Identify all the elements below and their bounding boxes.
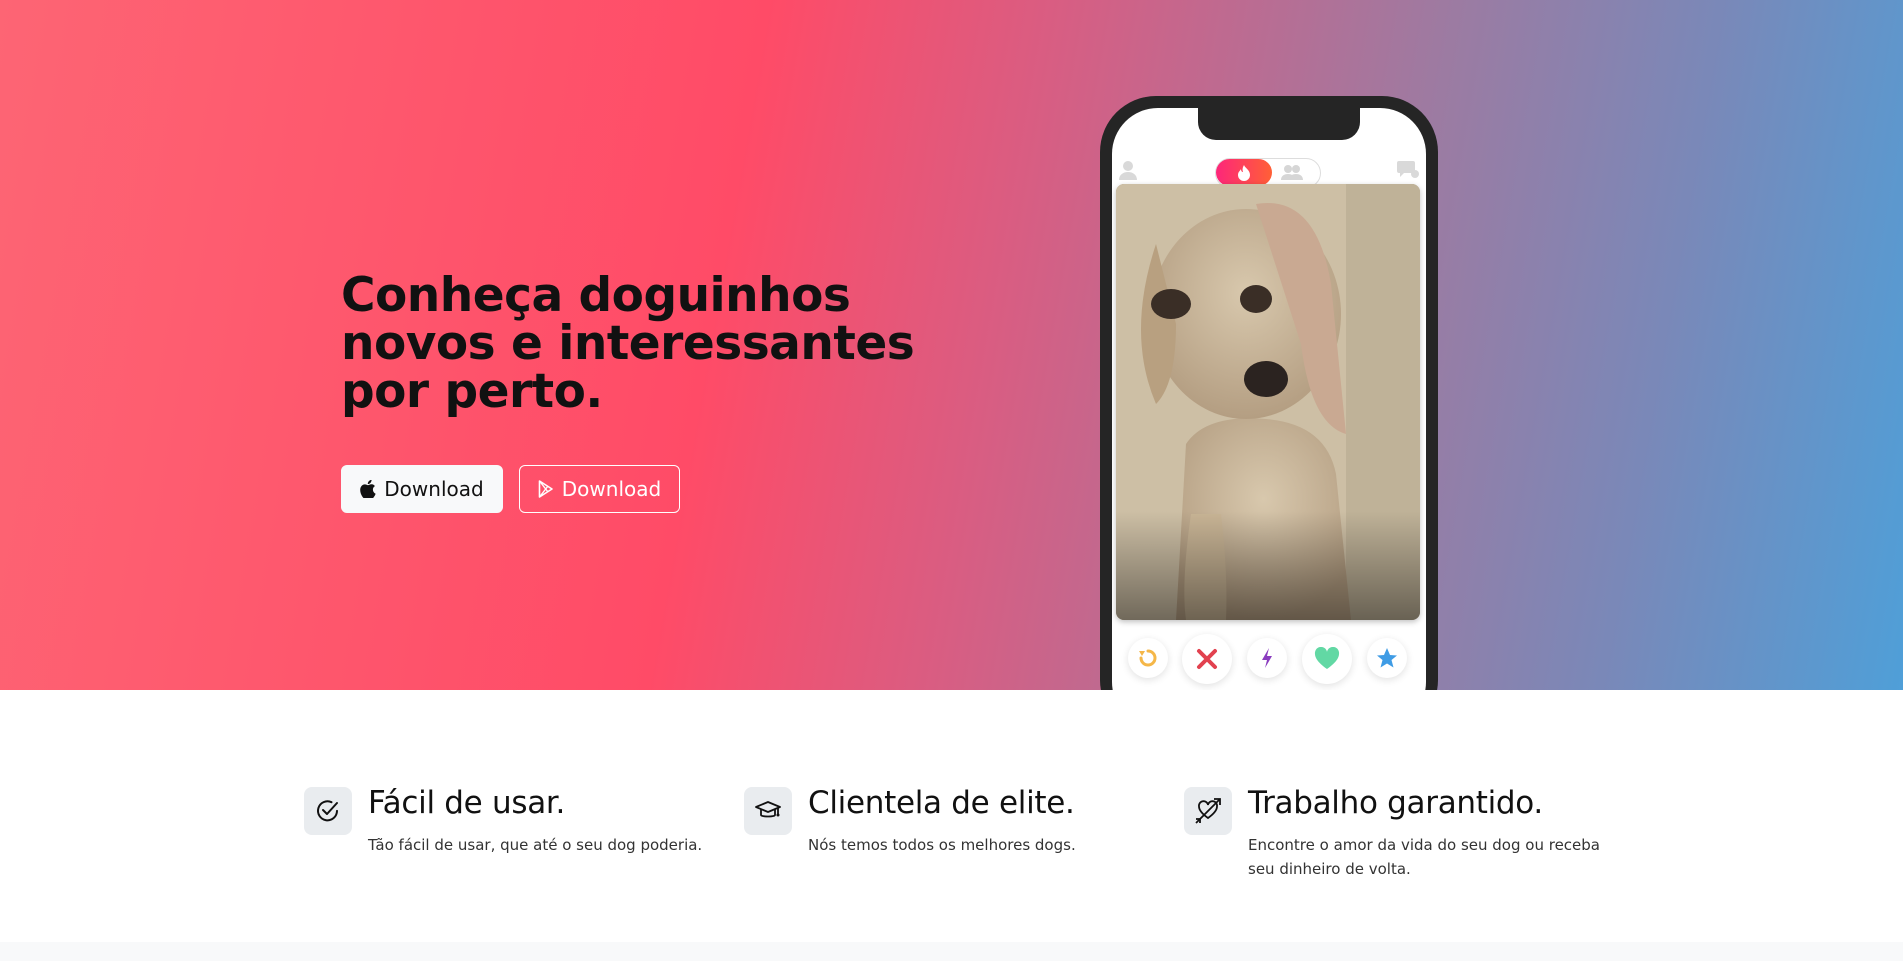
dog-illustration: [1116, 184, 1420, 620]
feature-title: Trabalho garantido.: [1248, 785, 1543, 821]
heart-icon: [1314, 647, 1340, 669]
boost-button[interactable]: [1247, 638, 1287, 678]
apple-download-button[interactable]: Download: [341, 465, 503, 513]
feature-title: Fácil de usar.: [368, 785, 566, 821]
x-icon: [1197, 649, 1217, 669]
apple-icon: [360, 480, 376, 498]
play-download-button[interactable]: Download: [519, 465, 680, 513]
app-top-bar: [1112, 156, 1426, 188]
google-play-icon: [538, 480, 553, 498]
flame-icon[interactable]: [1216, 159, 1272, 186]
feature-text: Encontre o amor da vida do seu dog ou re…: [1248, 836, 1600, 878]
chat-icon[interactable]: [1396, 159, 1420, 185]
apple-download-label: Download: [384, 477, 484, 501]
super-like-button[interactable]: [1367, 638, 1407, 678]
hero-headline: Conheça doguinhos novos e interessantes …: [341, 268, 915, 419]
feature-title: Clientela de elite.: [808, 785, 1075, 821]
heart-arrow-icon: [1184, 787, 1232, 835]
graduation-cap-icon: [744, 787, 792, 835]
rewind-button[interactable]: [1128, 638, 1168, 678]
phone-notch: [1198, 108, 1360, 140]
user-icon[interactable]: [1118, 159, 1138, 185]
group-icon[interactable]: [1280, 163, 1304, 185]
feature-text: Nós temos todos os melhores dogs.: [808, 836, 1076, 854]
dog-photo[interactable]: [1116, 184, 1420, 620]
footer-strip: [0, 942, 1903, 961]
nope-button[interactable]: [1182, 634, 1232, 684]
rewind-icon: [1139, 649, 1157, 667]
action-bar: [1116, 632, 1420, 688]
hero-section: Conheça doguinhos novos e interessantes …: [0, 0, 1903, 690]
play-download-label: Download: [561, 477, 662, 501]
star-icon: [1377, 648, 1397, 668]
bolt-icon: [1262, 648, 1272, 668]
like-button[interactable]: [1302, 634, 1352, 684]
check-circle-icon: [304, 787, 352, 835]
feature-text: Tão fácil de usar, que até o seu dog pod…: [368, 836, 703, 854]
